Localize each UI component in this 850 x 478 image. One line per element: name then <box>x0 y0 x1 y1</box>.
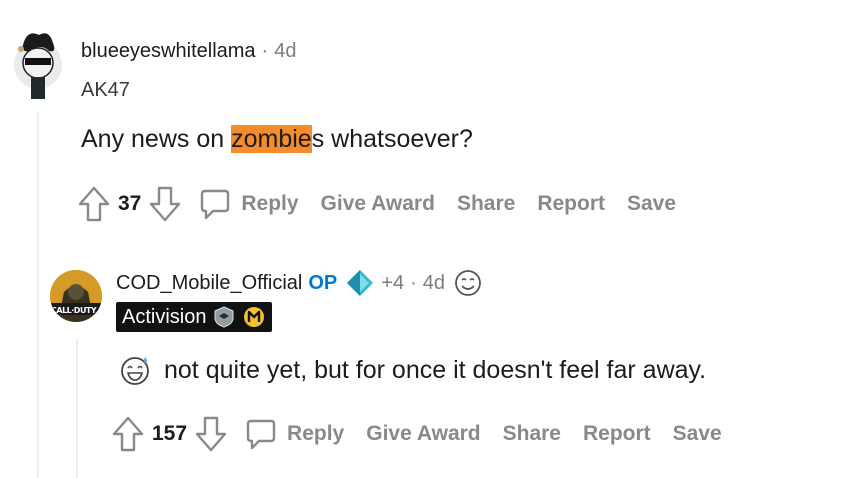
downvote-icon[interactable] <box>149 186 181 222</box>
give-award-button[interactable]: Give Award <box>321 192 435 216</box>
award-icon[interactable] <box>345 268 375 298</box>
timestamp[interactable]: 4d <box>274 40 296 63</box>
flair-label: Activision <box>122 305 207 328</box>
op-badge: OP <box>308 271 338 294</box>
timestamp[interactable]: 4d <box>423 272 445 295</box>
separator-dot: · <box>410 271 417 294</box>
report-label: Report <box>583 422 651 445</box>
share-label: Share <box>502 422 561 445</box>
avatar[interactable] <box>13 27 63 99</box>
vote-count: 157 <box>152 422 188 445</box>
reply-label: Reply <box>241 192 299 215</box>
share-button[interactable]: Share <box>457 192 515 216</box>
separator-dot: · <box>261 40 269 62</box>
report-button[interactable]: Report <box>537 192 605 216</box>
vote-controls: 37 <box>78 186 181 222</box>
comment-actions: 157 Reply Give Award Share Report Save <box>112 416 722 452</box>
thread-line[interactable] <box>37 112 39 478</box>
user-flair: Activision <box>116 302 273 332</box>
reply-label: Reply <box>287 422 345 445</box>
share-button[interactable]: Share <box>503 422 561 446</box>
vote-count: 37 <box>118 192 142 215</box>
user-flair: AK47 <box>81 79 130 101</box>
report-button[interactable]: Report <box>583 422 651 446</box>
upvote-icon[interactable] <box>112 416 144 452</box>
reply-button[interactable]: Reply <box>245 418 344 450</box>
username[interactable]: COD_Mobile_Official <box>116 272 302 295</box>
comment-body: not quite yet, but for once it doesn't f… <box>118 353 706 387</box>
save-button[interactable]: Save <box>627 192 676 216</box>
give-award-button[interactable]: Give Award <box>366 422 480 446</box>
comment-bubble-icon <box>246 419 276 450</box>
comment-text: s whatsoever? <box>311 125 473 153</box>
username[interactable]: blueeyeswhitellama <box>81 40 256 63</box>
report-label: Report <box>537 192 605 215</box>
give-award-label: Give Award <box>320 192 435 215</box>
thread-line-nested[interactable] <box>76 338 78 478</box>
save-label: Save <box>672 422 722 445</box>
avatar-logo-text: CALL·DUTY <box>51 306 97 315</box>
save-button[interactable]: Save <box>673 422 722 446</box>
share-label: Share <box>456 192 516 215</box>
comment-text: not quite yet, but for once it doesn't f… <box>164 355 707 384</box>
comment-actions: 37 Reply Give Award Share Report Save <box>78 186 676 222</box>
comment-bubble-icon <box>201 189 230 220</box>
cod-mobile-icon <box>242 305 266 329</box>
downvote-icon[interactable] <box>195 416 227 452</box>
comment-body: Any news on zombies whatsoever? <box>81 125 473 154</box>
shield-emblem-icon <box>212 305 236 329</box>
vote-controls: 157 <box>112 416 227 452</box>
avatar[interactable]: CALL·DUTY <box>50 270 102 322</box>
awards-count[interactable]: +4 <box>381 272 404 295</box>
comment-meta: COD_Mobile_Official OP +4 · 4d <box>116 268 483 298</box>
comment-meta: blueeyeswhitellama · 4d <box>81 40 296 63</box>
sweat-smile-emoji-icon <box>121 357 149 385</box>
search-highlight: zombie <box>231 125 312 153</box>
reply-button[interactable]: Reply <box>199 188 299 220</box>
upvote-icon[interactable] <box>78 186 110 222</box>
comment-text: Any news on <box>81 125 232 153</box>
save-label: Save <box>626 192 677 215</box>
give-award-label: Give Award <box>366 422 481 445</box>
emoji-face-icon <box>455 270 481 296</box>
